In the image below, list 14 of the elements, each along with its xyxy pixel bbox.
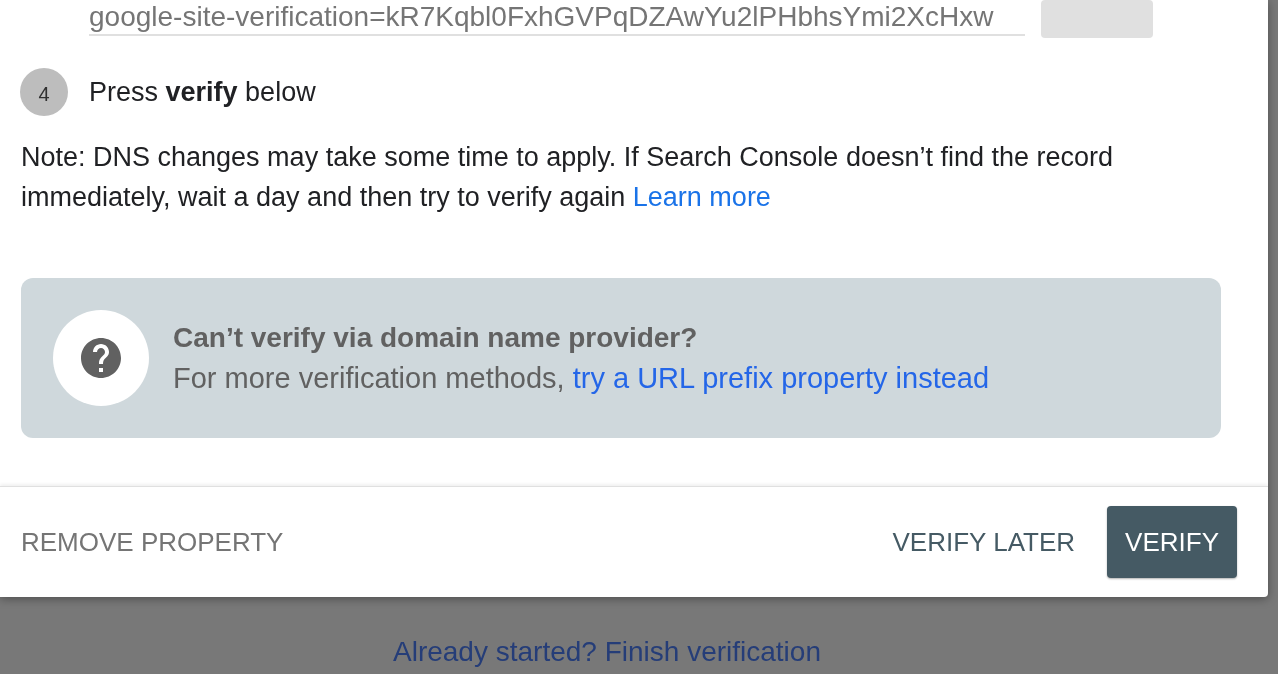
verification-record-field[interactable]: google-site-verification=kR7Kqbl0FxhGVPqDZAwYu2lPHbhsYmi2XcHxw (89, 0, 1025, 36)
help-icon (53, 310, 149, 406)
note-text: Note: DNS changes may take some time to apply. If Search Console doesn’t find the record immediately, wait a day and then try to verify again Learn more (21, 141, 1115, 214)
help-title: Can’t verify via domain name provider? (173, 321, 699, 355)
finish-verification-link[interactable]: Already started? Finish verification (393, 636, 821, 667)
step-number: 4 (20, 68, 68, 116)
url-prefix-link[interactable]: try a URL prefix property instead (572, 362, 990, 394)
step-text: Press verify below (89, 76, 316, 109)
help-text: For more verification methods, try a URL prefix property instead (173, 361, 990, 396)
verify-later-button[interactable]: VERIFY LATER (892, 506, 1076, 578)
cut-off-button[interactable] (1041, 0, 1153, 38)
remove-property-button[interactable]: REMOVE PROPERTY (21, 506, 284, 578)
verify-button[interactable]: VERIFY (1107, 506, 1237, 578)
learn-more-link[interactable]: Learn more (632, 182, 771, 212)
